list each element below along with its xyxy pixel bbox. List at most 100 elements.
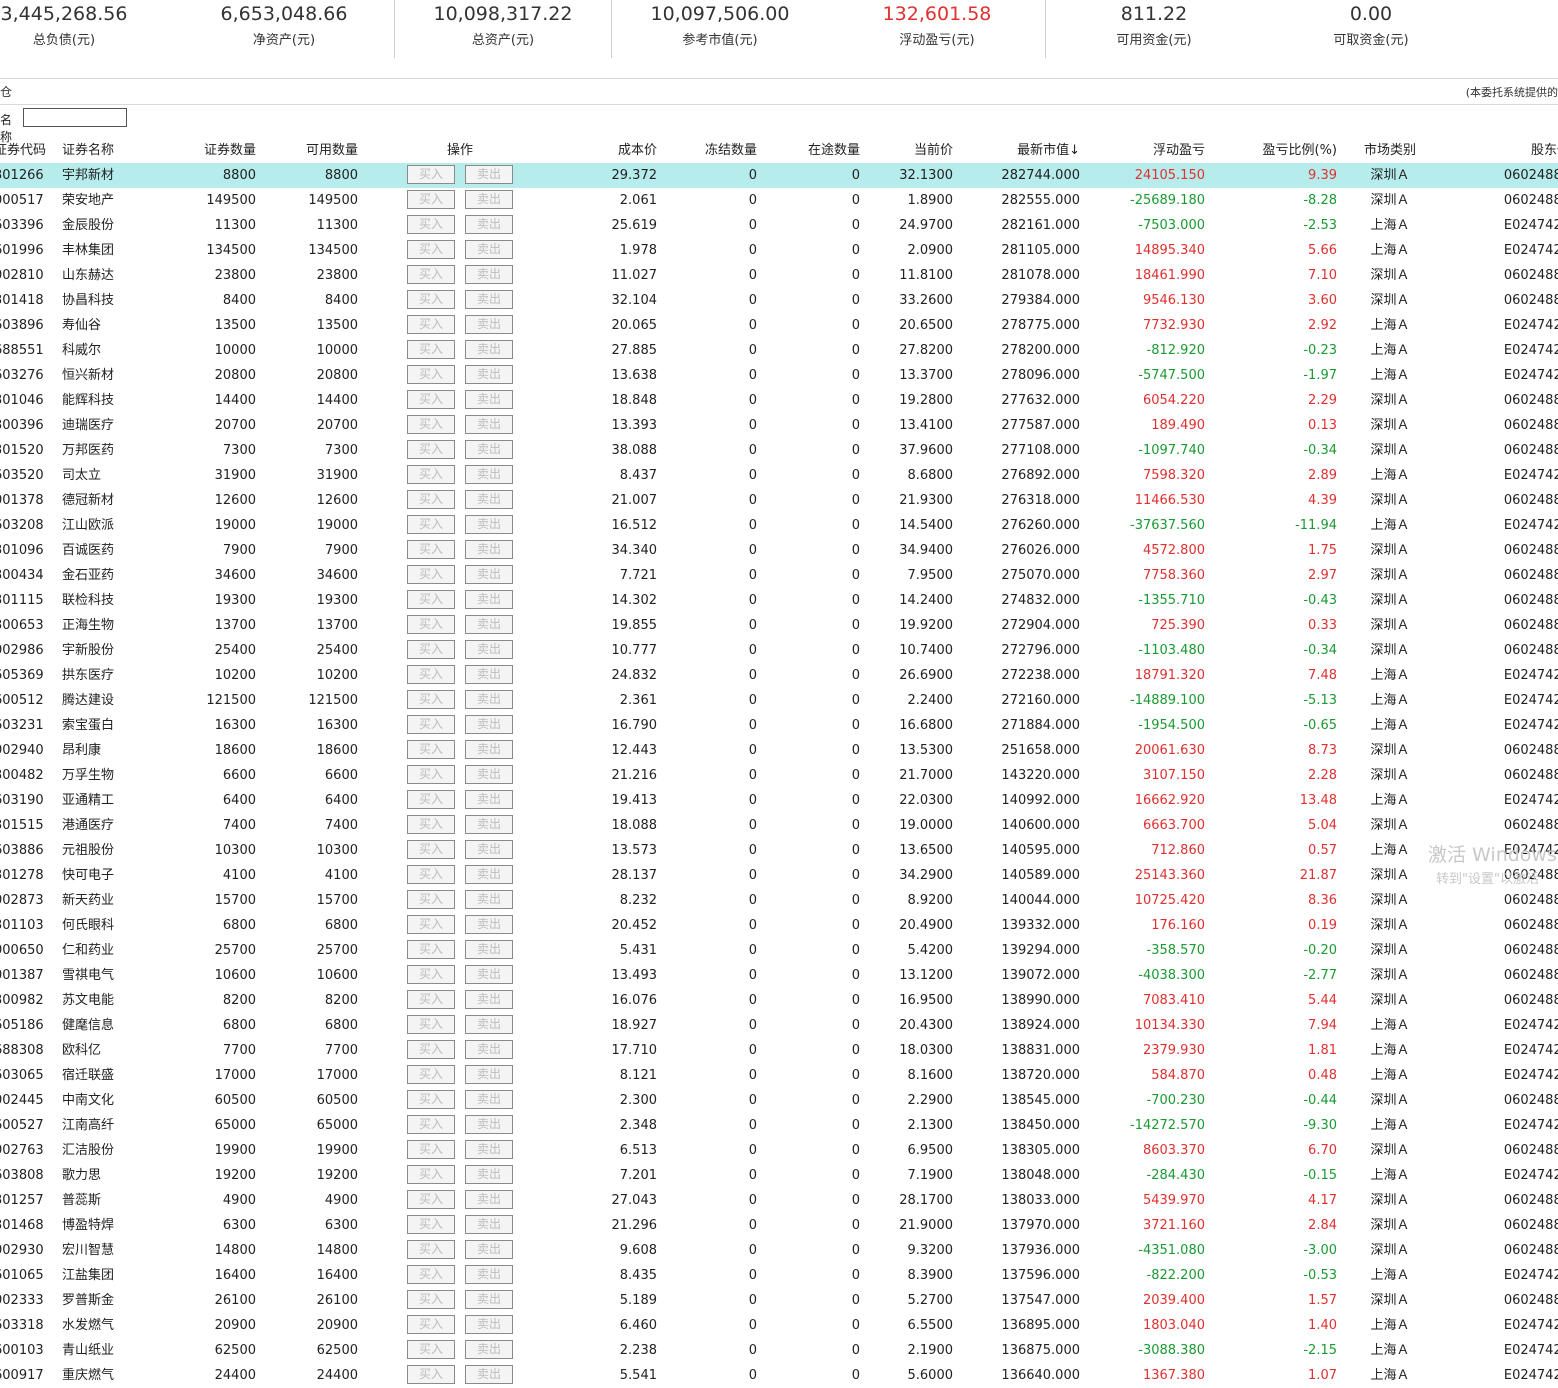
table-row[interactable]: 300482 万孚生物 6600 6600 21.216 0 0 21.7000 143220.… <box>0 763 1558 788</box>
buy-button[interactable]: 买入 <box>407 190 455 209</box>
name-filter-input[interactable] <box>23 108 127 127</box>
table-row[interactable]: 603065 宿迁联盛 17000 17000 8.121 0 0 8.1600 138720.… <box>0 1063 1558 1088</box>
table-row[interactable]: 002445 中南文化 60500 60500 2.300 0 0 2.2900 138545.… <box>0 1088 1558 1113</box>
buy-button[interactable]: 买入 <box>407 265 455 284</box>
buy-button[interactable]: 买入 <box>407 740 455 759</box>
buy-button[interactable]: 买入 <box>407 815 455 834</box>
buy-button[interactable]: 买入 <box>407 1140 455 1159</box>
table-row[interactable]: 603190 亚通精工 6400 6400 19.413 0 0 22.0300 140992.… <box>0 788 1558 813</box>
buy-button[interactable]: 买入 <box>407 240 455 259</box>
sell-button[interactable]: 卖出 <box>465 1315 513 1334</box>
header-col-market[interactable]: 市场类别 <box>1340 140 1440 162</box>
header-col-in-transit[interactable]: 在途数量 <box>760 140 860 162</box>
sell-button[interactable]: 卖出 <box>465 165 513 184</box>
header-col-quantity[interactable]: 证券数量 <box>150 140 256 162</box>
buy-button[interactable]: 买入 <box>407 540 455 559</box>
sell-button[interactable]: 卖出 <box>465 1340 513 1359</box>
table-row[interactable]: 002986 宇新股份 25400 25400 10.777 0 0 10.7400 27279… <box>0 638 1558 663</box>
sell-button[interactable]: 卖出 <box>465 1090 513 1109</box>
buy-button[interactable]: 买入 <box>407 1315 455 1334</box>
buy-button[interactable]: 买入 <box>407 665 455 684</box>
buy-button[interactable]: 买入 <box>407 165 455 184</box>
table-row[interactable]: 601065 江盐集团 16400 16400 8.435 0 0 8.3900 137596.… <box>0 1263 1558 1288</box>
sell-button[interactable]: 卖出 <box>465 290 513 309</box>
header-col-price[interactable]: 当前价 <box>860 140 953 162</box>
table-row[interactable]: 300653 正海生物 13700 13700 19.855 0 0 19.9200 27290… <box>0 613 1558 638</box>
table-row[interactable]: 301418 协昌科技 8400 8400 32.104 0 0 33.2600 279384.… <box>0 288 1558 313</box>
sell-button[interactable]: 卖出 <box>465 815 513 834</box>
table-row[interactable]: 603276 恒兴新材 20800 20800 13.638 0 0 13.3700 27809… <box>0 363 1558 388</box>
buy-button[interactable]: 买入 <box>407 565 455 584</box>
table-row[interactable]: 000517 荣安地产 149500 149500 2.061 0 0 1.8900 28255… <box>0 188 1558 213</box>
buy-button[interactable]: 买入 <box>407 215 455 234</box>
table-row[interactable]: 603396 金辰股份 11300 11300 25.619 0 0 24.9700 28216… <box>0 213 1558 238</box>
sell-button[interactable]: 卖出 <box>465 865 513 884</box>
buy-button[interactable]: 买入 <box>407 940 455 959</box>
header-col-code[interactable]: 证券代码 <box>0 140 54 162</box>
table-row[interactable]: 002940 昂利康 18600 18600 12.443 0 0 13.5300 251658… <box>0 738 1558 763</box>
table-row[interactable]: 600527 江南高纤 65000 65000 2.348 0 0 2.1300 138450.… <box>0 1113 1558 1138</box>
sell-button[interactable]: 卖出 <box>465 540 513 559</box>
table-row[interactable]: 301115 联检科技 19300 19300 14.302 0 0 14.2400 27483… <box>0 588 1558 613</box>
header-col-operation[interactable]: 操作 <box>404 140 516 162</box>
buy-button[interactable]: 买入 <box>407 340 455 359</box>
buy-button[interactable]: 买入 <box>407 465 455 484</box>
table-row[interactable]: 603318 水发燃气 20900 20900 6.460 0 0 6.5500 136895.… <box>0 1313 1558 1338</box>
buy-button[interactable]: 买入 <box>407 1115 455 1134</box>
table-row[interactable]: 301515 港通医疗 7400 7400 18.088 0 0 19.0000 140600.… <box>0 813 1558 838</box>
sell-button[interactable]: 卖出 <box>465 740 513 759</box>
buy-button[interactable]: 买入 <box>407 365 455 384</box>
buy-button[interactable]: 买入 <box>407 915 455 934</box>
buy-button[interactable]: 买入 <box>407 690 455 709</box>
sell-button[interactable]: 卖出 <box>465 1240 513 1259</box>
buy-button[interactable]: 买入 <box>407 640 455 659</box>
sell-button[interactable]: 卖出 <box>465 715 513 734</box>
header-col-frozen[interactable]: 冻结数量 <box>660 140 757 162</box>
sell-button[interactable]: 卖出 <box>465 1165 513 1184</box>
sell-button[interactable]: 卖出 <box>465 1140 513 1159</box>
sell-button[interactable]: 卖出 <box>465 1015 513 1034</box>
buy-button[interactable]: 买入 <box>407 590 455 609</box>
buy-button[interactable]: 买入 <box>407 615 455 634</box>
buy-button[interactable]: 买入 <box>407 290 455 309</box>
header-col-market-value[interactable]: 最新市值↓ <box>960 140 1080 162</box>
sell-button[interactable]: 卖出 <box>465 615 513 634</box>
table-row[interactable]: 603208 江山欧派 19000 19000 16.512 0 0 14.5400 27626… <box>0 513 1558 538</box>
sell-button[interactable]: 卖出 <box>465 1365 513 1384</box>
table-row[interactable]: 601996 丰林集团 134500 134500 1.978 0 0 2.0900 28110… <box>0 238 1558 263</box>
buy-button[interactable]: 买入 <box>407 1090 455 1109</box>
buy-button[interactable]: 买入 <box>407 1240 455 1259</box>
table-row[interactable]: 001378 德冠新材 12600 12600 21.007 0 0 21.9300 27631… <box>0 488 1558 513</box>
buy-button[interactable]: 买入 <box>407 1190 455 1209</box>
table-row[interactable]: 301103 何氏眼科 6800 6800 20.452 0 0 20.4900 139332.… <box>0 913 1558 938</box>
tab-positions[interactable]: 仓 <box>0 83 12 100</box>
table-row[interactable]: 600512 腾达建设 121500 121500 2.361 0 0 2.2400 27216… <box>0 688 1558 713</box>
sell-button[interactable]: 卖出 <box>465 265 513 284</box>
buy-button[interactable]: 买入 <box>407 1340 455 1359</box>
buy-button[interactable]: 买入 <box>407 515 455 534</box>
buy-button[interactable]: 买入 <box>407 390 455 409</box>
buy-button[interactable]: 买入 <box>407 965 455 984</box>
sell-button[interactable]: 卖出 <box>465 415 513 434</box>
buy-button[interactable]: 买入 <box>407 1165 455 1184</box>
table-row[interactable]: 603231 索宝蛋白 16300 16300 16.790 0 0 16.6800 27188… <box>0 713 1558 738</box>
sell-button[interactable]: 卖出 <box>465 915 513 934</box>
table-row[interactable]: 002333 罗普斯金 26100 26100 5.189 0 0 5.2700 137547.… <box>0 1288 1558 1313</box>
sell-button[interactable]: 卖出 <box>465 365 513 384</box>
sell-button[interactable]: 卖出 <box>465 1040 513 1059</box>
table-row[interactable]: 300434 金石亚药 34600 34600 7.721 0 0 7.9500 275070.… <box>0 563 1558 588</box>
buy-button[interactable]: 买入 <box>407 1065 455 1084</box>
sell-button[interactable]: 卖出 <box>465 215 513 234</box>
sell-button[interactable]: 卖出 <box>465 765 513 784</box>
sell-button[interactable]: 卖出 <box>465 340 513 359</box>
sell-button[interactable]: 卖出 <box>465 690 513 709</box>
buy-button[interactable]: 买入 <box>407 715 455 734</box>
table-row[interactable]: 600103 青山纸业 62500 62500 2.238 0 0 2.1900 136875.… <box>0 1338 1558 1363</box>
sell-button[interactable]: 卖出 <box>465 240 513 259</box>
sell-button[interactable]: 卖出 <box>465 1190 513 1209</box>
buy-button[interactable]: 买入 <box>407 840 455 859</box>
sell-button[interactable]: 卖出 <box>465 840 513 859</box>
header-col-pnl[interactable]: 浮动盈亏 <box>1090 140 1205 162</box>
sell-button[interactable]: 卖出 <box>465 640 513 659</box>
table-row[interactable]: 301468 博盈特焊 6300 6300 21.296 0 0 21.9000 137970.… <box>0 1213 1558 1238</box>
